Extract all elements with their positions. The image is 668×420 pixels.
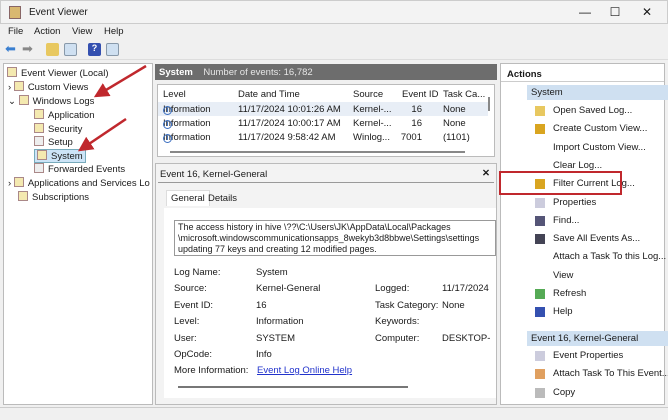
- arrow-to-windows-logs: [93, 64, 147, 98]
- arrow-to-system: [77, 117, 127, 152]
- annotation-overlay: [77, 64, 622, 195]
- highlight-filter-current-log: [499, 171, 622, 195]
